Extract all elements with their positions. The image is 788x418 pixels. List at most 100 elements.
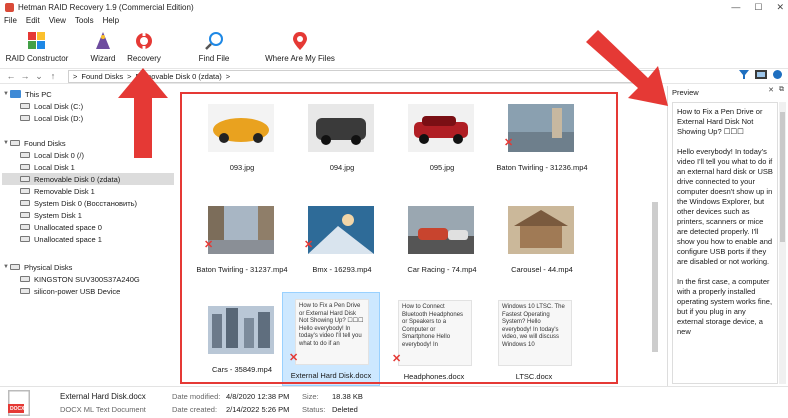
highlight-frame [180, 92, 618, 384]
tree-label: Unallocated space 1 [34, 234, 102, 244]
tree-item-found-disks[interactable]: ▼ Found Disks [2, 137, 66, 149]
menu-view[interactable]: View [49, 16, 66, 25]
tree-item-found[interactable]: Local Disk 1 [20, 161, 75, 173]
tree-item-found-selected[interactable]: Removable Disk 0 (zdata) [2, 173, 174, 185]
view-mode-icon[interactable] [755, 70, 767, 79]
tree-item-this-pc[interactable]: ▼ This PC [2, 88, 52, 100]
find-file-label: Find File [198, 54, 230, 63]
status-bar: DOCX External Hard Disk.docx DOCX ML Tex… [0, 386, 788, 418]
menu-file[interactable]: File [4, 16, 17, 25]
help-icon[interactable] [773, 70, 782, 79]
docx-file-icon: DOCX [8, 390, 30, 416]
status-size-label: Size: [302, 392, 319, 401]
tree-item-found[interactable]: Removable Disk 1 [20, 185, 95, 197]
tree-item-local-d[interactable]: Local Disk (D:) [20, 112, 83, 124]
caret-down-icon[interactable]: ▼ [2, 140, 10, 146]
tree-label: Physical Disks [24, 262, 73, 272]
tree-item-found[interactable]: System Disk 0 (Восстановить) [20, 197, 137, 209]
preview-close-icon[interactable]: ✕ [768, 86, 774, 94]
status-state-label: Status: [302, 405, 326, 414]
tree-label: Local Disk 0 (/) [34, 150, 85, 160]
wizard-button[interactable]: Wizard [88, 27, 118, 67]
grid-scrollbar-thumb[interactable] [652, 202, 658, 352]
drive-icon [20, 164, 30, 170]
status-date-modified: 4/8/2020 12:38 PM [226, 392, 290, 401]
tree-item-found[interactable]: Local Disk 0 (/) [20, 149, 84, 161]
minimize-button[interactable]: — [731, 2, 740, 12]
recovery-label: Recovery [127, 54, 161, 63]
filter-icon[interactable] [739, 70, 749, 79]
tree-label: Unallocated space 0 [34, 222, 102, 232]
status-date-created-label: Date created: [172, 405, 218, 414]
menu-tools[interactable]: Tools [75, 16, 94, 25]
drive-icon [20, 212, 30, 218]
computer-icon [10, 90, 21, 98]
preview-undock-icon[interactable]: ⧉ [779, 86, 784, 94]
status-filetype: DOCX ML Text Document [60, 405, 146, 414]
breadcrumb-found-disks[interactable]: Found Disks [81, 72, 123, 81]
wizard-label: Wizard [90, 54, 116, 63]
menu-edit[interactable]: Edit [26, 16, 40, 25]
recent-chevron-icon[interactable]: ⌄ [32, 71, 46, 82]
raid-constructor-button[interactable]: RAID Constructor [4, 27, 70, 67]
tree-item-physical[interactable]: silicon-power USB Device [20, 285, 120, 297]
tree-item-found[interactable]: Unallocated space 0 [20, 221, 102, 233]
drive-icon [20, 200, 30, 206]
window-title: Hetman RAID Recovery 1.9 (Commercial Edi… [18, 2, 194, 12]
menu-help[interactable]: Help [103, 16, 119, 25]
drive-icon [20, 224, 30, 230]
tree-item-found[interactable]: System Disk 1 [20, 209, 82, 221]
back-arrow-icon[interactable]: ← [4, 71, 18, 81]
tree-label: Local Disk 1 [34, 162, 75, 172]
preview-title: Preview [672, 87, 699, 97]
drive-icon [20, 276, 30, 282]
status-date-modified-label: Date modified: [172, 392, 221, 401]
view-controls [739, 70, 782, 79]
recovery-button[interactable]: Recovery [124, 27, 164, 67]
tree-label: Found Disks [24, 138, 66, 148]
drive-icon [20, 115, 30, 121]
where-are-my-files-label: Where Are My Files [265, 54, 335, 63]
annotation-arrow-down-right [586, 30, 668, 106]
breadcrumb-sep: > [225, 72, 231, 81]
puzzle-icon [27, 31, 47, 51]
drive-icon [20, 176, 30, 182]
tree-item-physical[interactable]: KINGSTON SUV300S37A240G [20, 273, 140, 285]
maximize-button[interactable]: ☐ [754, 2, 762, 13]
grid-scrollbar[interactable] [652, 92, 658, 382]
tree-item-physical-disks[interactable]: ▼ Physical Disks [2, 261, 72, 273]
preview-text: How to Fix a Pen Drive or External Hard … [672, 102, 778, 384]
tree-label: System Disk 1 [34, 210, 82, 220]
tree-item-found[interactable]: Unallocated space 1 [20, 233, 102, 245]
title-bar: Hetman RAID Recovery 1.9 (Commercial Edi… [0, 0, 788, 14]
forward-arrow-icon[interactable]: → [18, 71, 32, 81]
raid-constructor-label: RAID Constructor [5, 54, 69, 63]
docx-icon-label: DOCX [10, 406, 25, 412]
tree-label: silicon-power USB Device [34, 286, 121, 296]
tree-label: Removable Disk 0 (zdata) [34, 174, 121, 184]
magnifier-icon [204, 31, 224, 51]
where-are-my-files-button[interactable]: Where Are My Files [264, 27, 336, 67]
caret-down-icon[interactable]: ▼ [2, 91, 10, 97]
tree-label: Removable Disk 1 [34, 186, 95, 196]
status-state: Deleted [332, 405, 358, 414]
drive-icon [20, 288, 30, 294]
preview-controls: ✕ ⧉ [768, 86, 784, 94]
lifebuoy-icon [134, 31, 154, 51]
find-file-button[interactable]: Find File [196, 27, 232, 67]
wizard-icon [93, 31, 113, 51]
preview-scrollbar[interactable] [779, 102, 786, 384]
file-grid: 093.jpg 094.jpg 095.jpg ✕ Baton Twirling… [178, 86, 658, 386]
window-controls: — ☐ ✕ [731, 0, 784, 14]
tree-label: Local Disk (D:) [34, 113, 84, 123]
drive-icon [20, 188, 30, 194]
tree-label: Local Disk (C:) [34, 101, 84, 111]
up-arrow-icon[interactable]: ↑ [46, 71, 60, 81]
tree-item-local-c[interactable]: Local Disk (C:) [20, 100, 83, 112]
tree-label: This PC [25, 89, 52, 99]
status-filename: External Hard Disk.docx [60, 392, 146, 401]
disk-group-icon [10, 264, 20, 270]
close-window-button[interactable]: ✕ [776, 2, 784, 13]
caret-down-icon[interactable]: ▼ [2, 264, 10, 270]
preview-scrollbar-thumb[interactable] [780, 112, 785, 242]
